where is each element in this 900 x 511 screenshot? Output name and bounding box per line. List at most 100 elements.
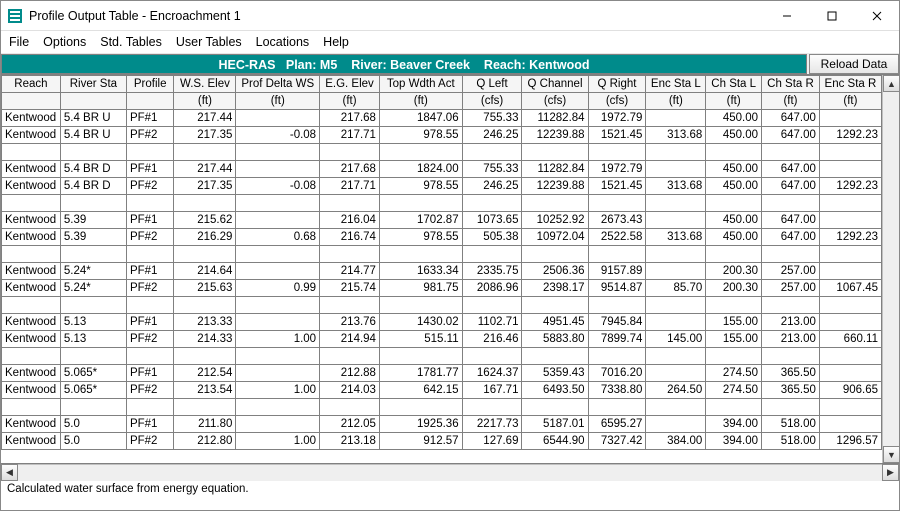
cell-esl[interactable] <box>646 161 706 178</box>
cell-esl[interactable] <box>646 212 706 229</box>
column-header[interactable]: Enc Sta R <box>819 76 881 93</box>
cell-esr[interactable]: 906.65 <box>819 382 881 399</box>
cell-twa[interactable]: 981.75 <box>379 280 462 297</box>
cell-ege[interactable]: 217.68 <box>320 161 380 178</box>
cell-ege[interactable]: 213.76 <box>320 314 380 331</box>
cell-qr[interactable]: 1521.45 <box>588 127 646 144</box>
scroll-up-icon[interactable]: ▲ <box>883 75 900 92</box>
table-row[interactable] <box>2 195 882 212</box>
cell-twa[interactable]: 1824.00 <box>379 161 462 178</box>
cell-ql[interactable]: 246.25 <box>462 178 522 195</box>
cell-reach[interactable]: Kentwood <box>2 263 61 280</box>
cell-reach[interactable]: Kentwood <box>2 331 61 348</box>
table-row[interactable] <box>2 246 882 263</box>
table-row[interactable]: Kentwood5.39PF#1215.62216.041702.871073.… <box>2 212 882 229</box>
cell-ql[interactable]: 2086.96 <box>462 280 522 297</box>
cell-sta[interactable]: 5.0 <box>60 433 126 450</box>
cell-qc[interactable]: 10252.92 <box>522 212 588 229</box>
cell-csr[interactable]: 647.00 <box>762 110 820 127</box>
cell-qr[interactable]: 2673.43 <box>588 212 646 229</box>
cell-prof[interactable]: PF#1 <box>126 314 174 331</box>
cell-pdws[interactable] <box>236 263 320 280</box>
cell-twa[interactable]: 1847.06 <box>379 110 462 127</box>
cell-sta[interactable]: 5.13 <box>60 314 126 331</box>
cell-ql[interactable]: 1073.65 <box>462 212 522 229</box>
cell-ege[interactable]: 217.68 <box>320 110 380 127</box>
cell-reach[interactable]: Kentwood <box>2 433 61 450</box>
cell-reach[interactable]: Kentwood <box>2 280 61 297</box>
cell-prof[interactable]: PF#1 <box>126 161 174 178</box>
cell-csl[interactable]: 394.00 <box>706 416 762 433</box>
cell-qr[interactable]: 7338.80 <box>588 382 646 399</box>
cell-sta[interactable]: 5.39 <box>60 229 126 246</box>
minimize-button[interactable] <box>764 1 809 30</box>
cell-ql[interactable]: 1102.71 <box>462 314 522 331</box>
maximize-button[interactable] <box>809 1 854 30</box>
scroll-down-icon[interactable]: ▼ <box>883 446 900 463</box>
cell-wse[interactable]: 213.33 <box>174 314 236 331</box>
cell-ege[interactable]: 215.74 <box>320 280 380 297</box>
cell-qc[interactable]: 4951.45 <box>522 314 588 331</box>
cell-twa[interactable]: 1430.02 <box>379 314 462 331</box>
cell-prof[interactable]: PF#1 <box>126 110 174 127</box>
cell-csl[interactable]: 450.00 <box>706 178 762 195</box>
cell-qc[interactable]: 5359.43 <box>522 365 588 382</box>
cell-wse[interactable]: 217.44 <box>174 161 236 178</box>
close-button[interactable] <box>854 1 899 30</box>
cell-sta[interactable]: 5.0 <box>60 416 126 433</box>
cell-csr[interactable]: 518.00 <box>762 433 820 450</box>
cell-qr[interactable]: 7945.84 <box>588 314 646 331</box>
cell-sta[interactable]: 5.4 BR D <box>60 161 126 178</box>
cell-csr[interactable]: 213.00 <box>762 314 820 331</box>
cell-wse[interactable]: 214.33 <box>174 331 236 348</box>
cell-csl[interactable]: 450.00 <box>706 127 762 144</box>
cell-twa[interactable]: 978.55 <box>379 127 462 144</box>
cell-esr[interactable]: 1296.57 <box>819 433 881 450</box>
cell-twa[interactable]: 912.57 <box>379 433 462 450</box>
cell-esl[interactable] <box>646 416 706 433</box>
cell-prof[interactable]: PF#1 <box>126 263 174 280</box>
cell-wse[interactable]: 217.44 <box>174 110 236 127</box>
cell-csl[interactable]: 200.30 <box>706 280 762 297</box>
cell-reach[interactable]: Kentwood <box>2 212 61 229</box>
cell-pdws[interactable]: -0.08 <box>236 178 320 195</box>
cell-csr[interactable]: 365.50 <box>762 382 820 399</box>
vertical-scrollbar[interactable]: ▲ ▼ <box>882 75 899 463</box>
cell-qc[interactable]: 2506.36 <box>522 263 588 280</box>
cell-reach[interactable]: Kentwood <box>2 161 61 178</box>
cell-reach[interactable]: Kentwood <box>2 382 61 399</box>
reload-data-button[interactable]: Reload Data <box>809 54 899 74</box>
cell-csl[interactable]: 450.00 <box>706 110 762 127</box>
cell-pdws[interactable]: 1.00 <box>236 382 320 399</box>
cell-csl[interactable]: 450.00 <box>706 212 762 229</box>
cell-pdws[interactable] <box>236 365 320 382</box>
column-header[interactable]: Q Channel <box>522 76 588 93</box>
cell-prof[interactable]: PF#2 <box>126 280 174 297</box>
table-row[interactable]: Kentwood5.24*PF#2215.630.99215.74981.752… <box>2 280 882 297</box>
table-row[interactable]: Kentwood5.4 BR DPF#2217.35-0.08217.71978… <box>2 178 882 195</box>
cell-reach[interactable]: Kentwood <box>2 365 61 382</box>
cell-csr[interactable]: 365.50 <box>762 365 820 382</box>
cell-reach[interactable]: Kentwood <box>2 178 61 195</box>
cell-qr[interactable]: 1972.79 <box>588 161 646 178</box>
cell-esl[interactable]: 85.70 <box>646 280 706 297</box>
cell-qr[interactable]: 7899.74 <box>588 331 646 348</box>
cell-ql[interactable]: 755.33 <box>462 110 522 127</box>
cell-esl[interactable]: 264.50 <box>646 382 706 399</box>
cell-wse[interactable]: 216.29 <box>174 229 236 246</box>
cell-esr[interactable]: 1292.23 <box>819 229 881 246</box>
cell-esl[interactable] <box>646 365 706 382</box>
cell-prof[interactable]: PF#2 <box>126 331 174 348</box>
cell-csr[interactable]: 647.00 <box>762 229 820 246</box>
cell-twa[interactable]: 978.55 <box>379 229 462 246</box>
cell-qr[interactable]: 2522.58 <box>588 229 646 246</box>
column-header[interactable]: Reach <box>2 76 61 93</box>
table-row[interactable]: Kentwood5.13PF#1213.33213.761430.021102.… <box>2 314 882 331</box>
cell-reach[interactable]: Kentwood <box>2 127 61 144</box>
cell-csr[interactable]: 647.00 <box>762 127 820 144</box>
cell-ql[interactable]: 2217.73 <box>462 416 522 433</box>
table-row[interactable]: Kentwood5.39PF#2216.290.68216.74978.5550… <box>2 229 882 246</box>
cell-esl[interactable]: 313.68 <box>646 229 706 246</box>
horizontal-scrollbar[interactable]: ◀ ▶ <box>1 464 899 481</box>
cell-twa[interactable]: 642.15 <box>379 382 462 399</box>
